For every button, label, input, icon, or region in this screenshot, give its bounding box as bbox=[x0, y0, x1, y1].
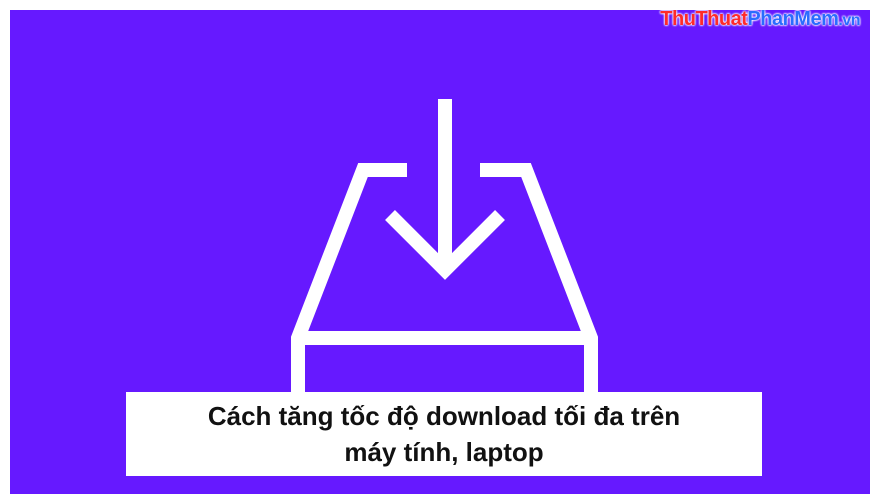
site-logo: ThuThuatPhanMem.vn bbox=[660, 8, 860, 31]
caption-line-1: Cách tăng tốc độ download tối đa trên bbox=[207, 401, 681, 431]
logo-part-thu: Thu bbox=[660, 8, 696, 30]
caption-box: Cách tăng tốc độ download tối đa trên má… bbox=[126, 392, 762, 476]
caption-line-2: máy tính, laptop bbox=[344, 437, 544, 467]
logo-part-mem: Mem bbox=[794, 8, 839, 30]
logo-part-thuat: Thuat bbox=[695, 8, 748, 30]
logo-part-domain: .vn bbox=[838, 12, 860, 29]
logo-part-phan: Phan bbox=[747, 8, 795, 30]
caption-title: Cách tăng tốc độ download tối đa trên má… bbox=[164, 398, 724, 470]
page-frame: ThuThuatPhanMem.vn Cách tăng tốc độ down… bbox=[0, 0, 870, 494]
